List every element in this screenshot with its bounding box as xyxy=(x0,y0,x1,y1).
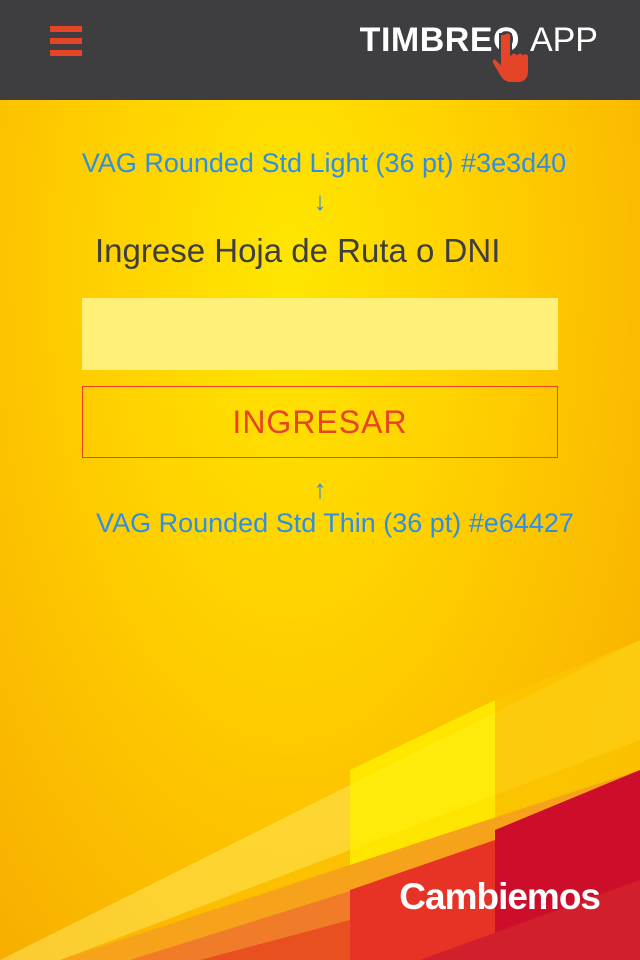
prompt-label: Ingrese Hoja de Ruta o DNI xyxy=(95,232,501,269)
annotation-font-light: VAG Rounded Std Light (36 pt) #3e3d40 xyxy=(81,148,567,178)
cambiemos-brand-logo: Cambiemos xyxy=(399,876,601,917)
ingresar-button[interactable]: INGRESAR xyxy=(82,386,558,458)
arrow-up-icon: ↑ xyxy=(313,474,327,504)
route-or-dni-input[interactable] xyxy=(82,298,558,370)
annotation-font-thin: VAG Rounded Std Thin (36 pt) #e64427 xyxy=(96,508,574,538)
arrow-down-icon: ↓ xyxy=(313,186,327,216)
logo-sub-text: APP xyxy=(529,20,598,59)
menu-bar xyxy=(50,38,82,44)
menu-button[interactable] xyxy=(50,26,84,56)
pointing-hand-icon xyxy=(490,31,530,84)
menu-bar xyxy=(50,26,82,32)
menu-bar xyxy=(50,50,82,56)
app-logo: TIMBREO APP xyxy=(360,18,598,84)
app-header: TIMBREO APP xyxy=(0,0,640,100)
